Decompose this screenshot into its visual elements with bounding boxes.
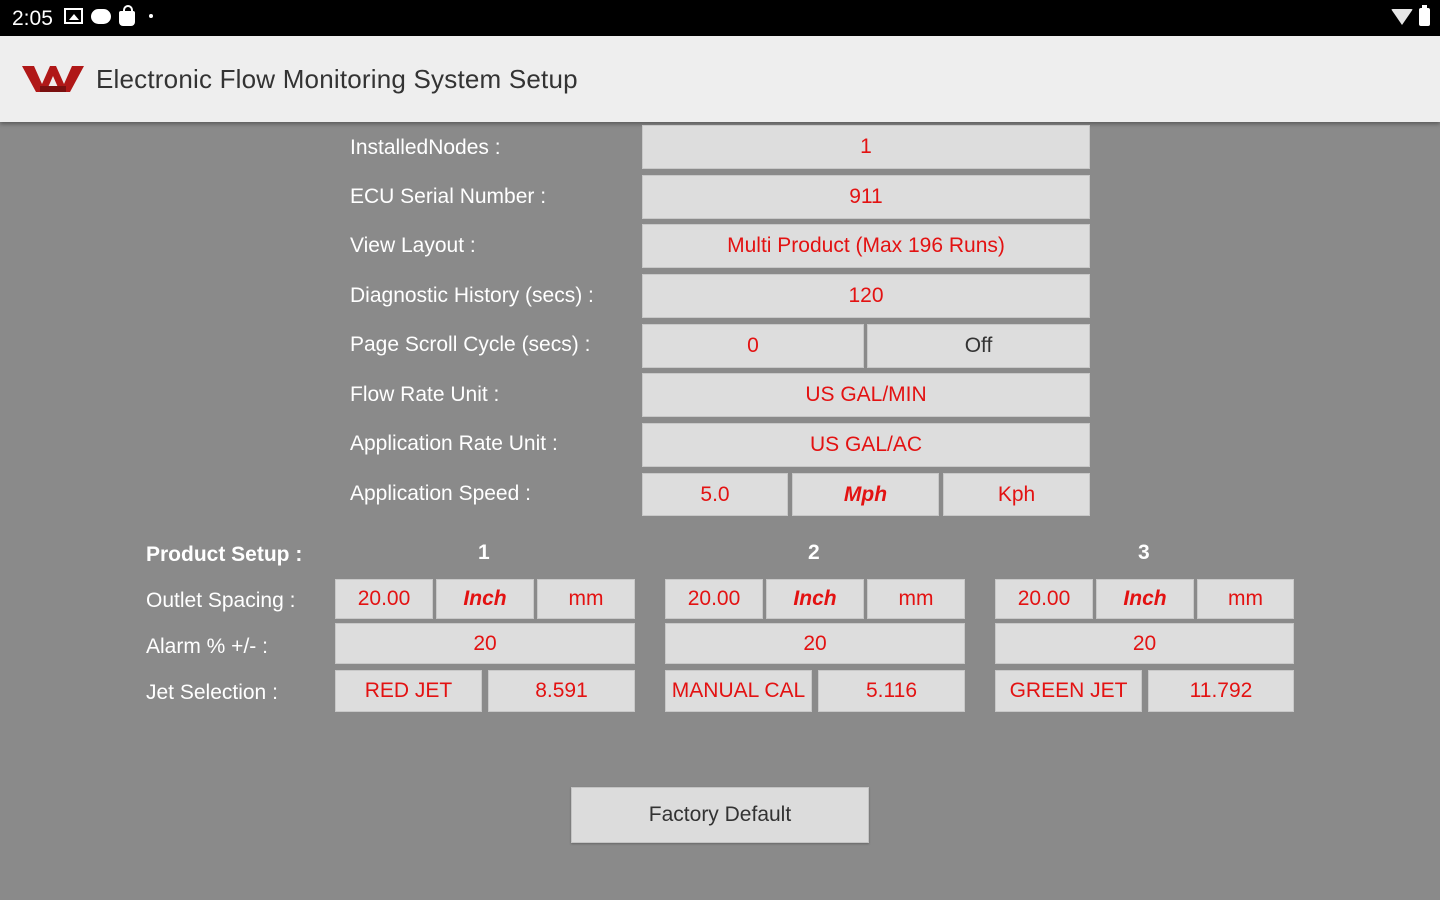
product-1-jet-value-field[interactable]: 8.591	[488, 670, 635, 712]
product-1-alarm-field[interactable]: 20	[335, 623, 635, 664]
product-3-inch-button[interactable]: Inch	[1096, 579, 1194, 619]
image-icon	[64, 8, 83, 24]
application-rate-unit-label: Application Rate Unit :	[350, 432, 558, 455]
product-2-jet-selector[interactable]: MANUAL CAL	[665, 670, 812, 712]
status-time: 2:05	[12, 7, 53, 30]
product-1-mm-button[interactable]: mm	[537, 579, 635, 619]
chat-icon	[91, 8, 111, 24]
product-2-spacing-field[interactable]: 20.00	[665, 579, 763, 619]
page-scroll-field[interactable]: 0	[642, 324, 864, 368]
factory-default-button[interactable]: Factory Default	[571, 787, 869, 843]
product-3-spacing-field[interactable]: 20.00	[995, 579, 1093, 619]
view-layout-label: View Layout :	[350, 234, 476, 257]
brand-logo-icon	[22, 66, 84, 92]
status-system-icons	[1391, 5, 1430, 26]
page-title: Electronic Flow Monitoring System Setup	[96, 64, 578, 94]
wifi-icon	[1391, 9, 1413, 25]
product-1-spacing-field[interactable]: 20.00	[335, 579, 433, 619]
installed-nodes-field[interactable]: 1	[642, 125, 1090, 169]
status-notification-icons	[64, 4, 153, 26]
page-scroll-label: Page Scroll Cycle (secs) :	[350, 333, 591, 356]
speed-unit-kph-button[interactable]: Kph	[943, 473, 1090, 516]
product-2-inch-button[interactable]: Inch	[766, 579, 864, 619]
product-setup-label: Product Setup :	[146, 543, 303, 566]
shopping-bag-icon	[119, 4, 135, 26]
product-2-header: 2	[808, 541, 820, 564]
product-1-inch-button[interactable]: Inch	[436, 579, 534, 619]
product-1-jet-selector[interactable]: RED JET	[335, 670, 482, 712]
product-2-mm-button[interactable]: mm	[867, 579, 965, 619]
installed-nodes-label: InstalledNodes :	[350, 136, 501, 159]
view-layout-selector[interactable]: Multi Product (Max 196 Runs)	[642, 224, 1090, 268]
product-3-mm-button[interactable]: mm	[1197, 579, 1294, 619]
application-speed-label: Application Speed :	[350, 482, 531, 505]
speed-unit-mph-button[interactable]: Mph	[792, 473, 939, 516]
battery-icon	[1419, 5, 1430, 26]
ecu-serial-label: ECU Serial Number :	[350, 185, 547, 208]
page-scroll-off-button[interactable]: Off	[867, 324, 1090, 368]
product-3-jet-selector[interactable]: GREEN JET	[995, 670, 1142, 712]
product-2-jet-value-field[interactable]: 5.116	[818, 670, 965, 712]
application-rate-unit-selector[interactable]: US GAL/AC	[642, 423, 1090, 467]
product-3-jet-value-field[interactable]: 11.792	[1148, 670, 1294, 712]
app-bar: Electronic Flow Monitoring System Setup	[0, 36, 1440, 122]
flow-rate-unit-label: Flow Rate Unit :	[350, 383, 500, 406]
status-bar: 2:05	[0, 0, 1440, 36]
product-3-header: 3	[1138, 541, 1150, 564]
flow-rate-unit-selector[interactable]: US GAL/MIN	[642, 373, 1090, 417]
product-1-header: 1	[478, 541, 490, 564]
outlet-spacing-label: Outlet Spacing :	[146, 589, 296, 612]
diagnostic-history-label: Diagnostic History (secs) :	[350, 284, 594, 307]
application-speed-field[interactable]: 5.0	[642, 473, 788, 516]
product-3-alarm-field[interactable]: 20	[995, 623, 1294, 664]
diagnostic-history-field[interactable]: 120	[642, 274, 1090, 318]
more-notifications-dot-icon	[149, 14, 153, 18]
product-2-alarm-field[interactable]: 20	[665, 623, 965, 664]
alarm-label: Alarm % +/- :	[146, 635, 268, 658]
ecu-serial-field[interactable]: 911	[642, 175, 1090, 219]
jet-selection-label: Jet Selection :	[146, 681, 278, 704]
